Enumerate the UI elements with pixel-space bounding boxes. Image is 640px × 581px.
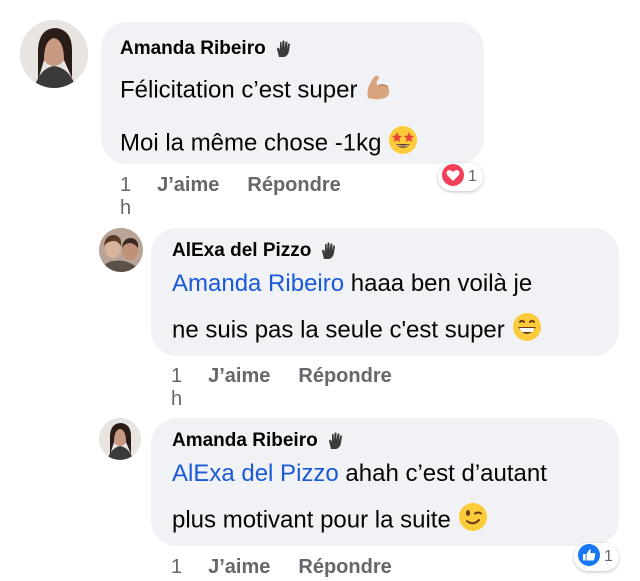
like-reaction-icon — [577, 543, 601, 572]
comment-author[interactable]: Amanda Ribeiro — [120, 38, 266, 60]
flexed-biceps-icon — [363, 72, 393, 110]
comment-line-2: ne suis pas la seule c'est super — [172, 311, 619, 351]
reply-button[interactable]: Répondre — [298, 365, 391, 388]
reaction-count: 1 — [604, 548, 613, 565]
mention-link[interactable]: Amanda Ribeiro — [172, 270, 344, 297]
comment-line-2: plus motivant pour la suite — [172, 501, 619, 541]
reply-button[interactable]: Répondre — [298, 556, 391, 579]
comment-timestamp[interactable]: 1 h — [171, 365, 182, 411]
comment-author[interactable]: Amanda Ribeiro — [172, 430, 318, 452]
fan-badge-hand-icon — [274, 39, 294, 59]
star-struck-icon — [387, 124, 419, 164]
comment-text: ne suis pas la seule c'est super — [172, 316, 505, 344]
comment-line-1: AlExa del Pizzo ahah c’est d’autant — [172, 460, 619, 489]
comment-actions: 1 h J’aime Répondre — [171, 365, 392, 411]
winking-face-icon — [457, 501, 489, 541]
comment-bubble: Amanda Ribeiro AlExa del Pizzo ahah c’es… — [151, 418, 619, 546]
avatar-amanda[interactable] — [99, 418, 141, 460]
comment-line-1: Amanda Ribeiro haaa ben voilà je — [172, 270, 619, 299]
comment-text: haaa ben voilà je — [344, 270, 533, 297]
like-button[interactable]: J’aime — [208, 556, 270, 579]
comment-author-row: Amanda Ribeiro — [172, 430, 619, 452]
comment-line-2: Moi la même chose -1kg — [120, 124, 484, 164]
reaction-count: 1 — [468, 168, 477, 185]
comment-bubble: Amanda Ribeiro Félicitation c’est super … — [101, 22, 484, 164]
like-button[interactable]: J’aime — [157, 174, 219, 197]
grinning-face-icon — [511, 311, 543, 351]
comment-author-row: AlExa del Pizzo — [172, 240, 619, 262]
avatar-alexa[interactable] — [99, 228, 143, 272]
comment-thread: Amanda Ribeiro Félicitation c’est super … — [0, 0, 640, 581]
mention-link[interactable]: AlExa del Pizzo — [172, 460, 339, 487]
comment-text: ahah c’est d’autant — [338, 460, 547, 487]
comment-text: plus motivant pour la suite — [172, 506, 451, 534]
comment-timestamp[interactable]: 1 h — [171, 556, 182, 581]
like-button[interactable]: J’aime — [208, 365, 270, 388]
comment-line-1: Félicitation c’est super — [120, 72, 484, 110]
fan-badge-hand-icon — [326, 431, 346, 451]
avatar-amanda[interactable] — [20, 20, 88, 88]
comment-text: Moi la même chose -1kg — [120, 129, 382, 157]
comment-author-row: Amanda Ribeiro — [120, 38, 484, 60]
reply-button[interactable]: Répondre — [247, 174, 340, 197]
comment-author[interactable]: AlExa del Pizzo — [172, 240, 311, 262]
comment-text: Félicitation c’est super — [120, 76, 358, 104]
comment-actions: 1 h J’aime Répondre — [171, 556, 392, 581]
reaction-summary[interactable]: 1 — [438, 163, 483, 191]
comment-bubble: AlExa del Pizzo Amanda Ribeiro haaa ben … — [151, 228, 619, 356]
comment-timestamp[interactable]: 1 h — [120, 174, 131, 220]
comment-actions: 1 h J’aime Répondre — [120, 174, 341, 220]
love-reaction-icon — [441, 163, 465, 192]
fan-badge-hand-icon — [319, 241, 339, 261]
reaction-summary[interactable]: 1 — [574, 543, 619, 571]
